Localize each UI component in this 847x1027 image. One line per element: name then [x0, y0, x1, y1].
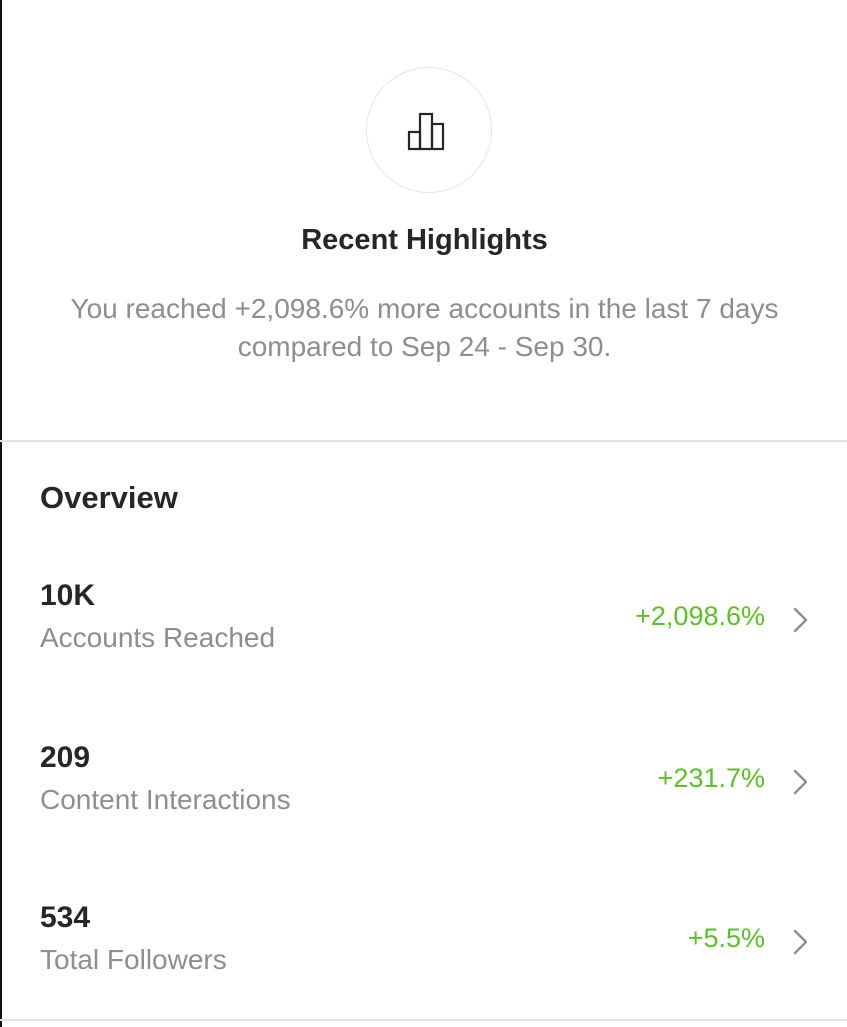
metric-label: Total Followers: [40, 944, 227, 975]
metric-row-content-interactions[interactable]: 209 Content Interactions +231.7%: [2, 735, 847, 845]
chevron-right-icon[interactable]: [791, 605, 811, 635]
metric-change: +231.7%: [657, 763, 765, 793]
section-divider: [0, 1019, 847, 1021]
metric-row-total-followers[interactable]: 534 Total Followers +5.5%: [2, 895, 847, 1005]
chevron-right-icon[interactable]: [791, 927, 811, 957]
highlights-title: Recent Highlights: [301, 224, 548, 256]
highlights-description: You reached +2,098.6% more accounts in t…: [70, 293, 779, 362]
recent-highlights-card: Recent Highlights You reached +2,098.6% …: [2, 0, 847, 440]
metric-change: +2,098.6%: [635, 601, 765, 631]
metric-value: 10K: [40, 579, 96, 612]
metric-value: 209: [40, 741, 91, 774]
overview-heading: Overview: [40, 480, 178, 515]
bar-chart-icon: [407, 112, 445, 151]
section-divider: [0, 440, 847, 442]
metric-row-accounts-reached[interactable]: 10K Accounts Reached +2,098.6%: [2, 573, 847, 683]
metric-label: Content Interactions: [40, 784, 291, 815]
metric-label: Accounts Reached: [40, 622, 276, 653]
chevron-right-icon[interactable]: [791, 767, 811, 797]
highlights-icon-badge: [366, 67, 492, 193]
metric-change: +5.5%: [687, 923, 765, 953]
metric-value: 534: [40, 901, 91, 934]
